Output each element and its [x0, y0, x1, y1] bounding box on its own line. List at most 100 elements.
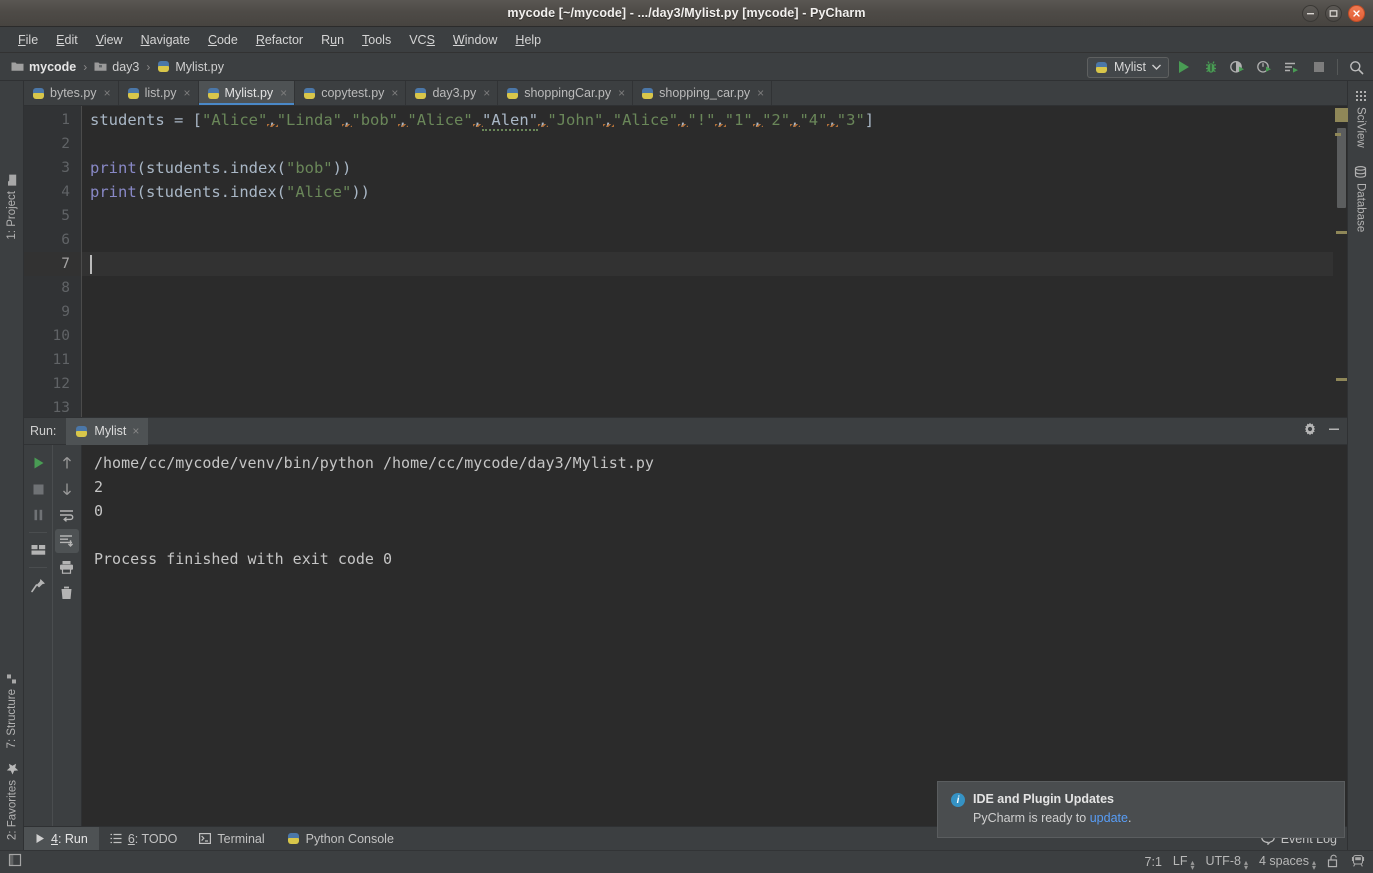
run-with-parameters-button[interactable]: [1279, 55, 1304, 79]
file-encoding[interactable]: UTF-8 ▴ ▾: [1206, 854, 1248, 872]
code-editor[interactable]: 1 2 3 4 5 6 7 8 9 10 11 12 13 students =: [24, 106, 1348, 417]
breadcrumb-item-day3[interactable]: day3: [91, 60, 142, 74]
notification-body-suffix: .: [1127, 811, 1132, 825]
menu-vcs[interactable]: VCS: [400, 30, 444, 50]
editor-tab-day3[interactable]: day3.py ×: [406, 81, 499, 105]
console-line-1: /home/cc/mycode/venv/bin/python /home/cc…: [94, 454, 654, 472]
comma-warning: ,: [342, 111, 352, 129]
code-line-4-args: (students.index(: [136, 183, 286, 201]
line-separator[interactable]: LF ▴ ▾: [1173, 854, 1195, 872]
editor-tab-shopping-car[interactable]: shopping_car.py ×: [633, 81, 773, 105]
notification-body: PyCharm is ready to update.: [951, 811, 1330, 825]
menu-tools[interactable]: Tools: [353, 30, 400, 50]
run-tool-window: Run: Mylist × /home/cc/mycode/venv/bin/p…: [24, 417, 1347, 826]
rerun-button[interactable]: [26, 451, 50, 475]
bottom-tab-run[interactable]: 4: Run: [24, 826, 99, 851]
toolbar-divider: [1337, 59, 1338, 75]
chevron-updown-icon: ▴ ▾: [1243, 858, 1248, 872]
inspection-marker[interactable]: [1335, 133, 1341, 136]
editor-tab-shoppingcar[interactable]: shoppingCar.py ×: [498, 81, 634, 105]
lock-icon[interactable]: [1327, 854, 1340, 871]
train-icon[interactable]: [1351, 854, 1365, 871]
code-area[interactable]: students = ["Alice","Linda","bob","Alice…: [82, 106, 1333, 417]
menu-navigate[interactable]: Navigate: [132, 30, 199, 50]
editor-tab-mylist[interactable]: Mylist.py ×: [198, 81, 296, 105]
inspection-marker-warning[interactable]: [1335, 108, 1348, 122]
bottom-tab-terminal[interactable]: Terminal: [188, 827, 275, 851]
minimize-button[interactable]: [1302, 5, 1319, 22]
inspection-marker[interactable]: [1336, 378, 1347, 381]
editor-gutter[interactable]: 1 2 3 4 5 6 7 8 9 10 11 12 13: [24, 106, 82, 417]
update-link[interactable]: update: [1090, 811, 1128, 825]
close-icon[interactable]: ×: [391, 86, 398, 100]
close-icon[interactable]: ×: [132, 424, 139, 438]
menu-view[interactable]: View: [87, 30, 132, 50]
coverage-button[interactable]: [1225, 55, 1250, 79]
close-icon[interactable]: ×: [757, 86, 764, 100]
main-body: 1: Project 7: Structure 2: Favorites byt…: [0, 81, 1373, 851]
settings-button[interactable]: [1303, 422, 1317, 441]
soft-wrap-button[interactable]: [55, 503, 79, 527]
hide-button[interactable]: [1327, 422, 1341, 441]
search-everywhere-button[interactable]: [1344, 55, 1369, 79]
breadcrumb-item-file[interactable]: Mylist.py: [154, 60, 227, 74]
breadcrumb-item-project[interactable]: mycode: [8, 60, 79, 74]
editor-scrollbar[interactable]: [1333, 106, 1348, 417]
profile-button[interactable]: [1252, 55, 1277, 79]
sidebar-item-project[interactable]: 1: Project: [6, 169, 18, 246]
chevron-down-icon: [1152, 64, 1161, 70]
inspection-marker[interactable]: [1336, 231, 1347, 234]
scroll-down-button[interactable]: [55, 477, 79, 501]
stop-run-button[interactable]: [26, 477, 50, 501]
close-icon[interactable]: ×: [483, 86, 490, 100]
sidebar-item-sciview[interactable]: SciView: [1355, 84, 1367, 154]
sidebar-item-database[interactable]: Database: [1354, 160, 1367, 238]
editor-tab-bytes[interactable]: bytes.py ×: [24, 81, 119, 105]
notification-balloon[interactable]: i IDE and Plugin Updates PyCharm is read…: [937, 781, 1345, 838]
indent-setting[interactable]: 4 spaces ▴ ▾: [1259, 854, 1316, 872]
clear-all-button[interactable]: [55, 581, 79, 605]
bottom-tab-python-console[interactable]: Python Console: [276, 827, 405, 851]
run-panel-tab[interactable]: Mylist ×: [66, 417, 149, 445]
pause-button[interactable]: [26, 503, 50, 527]
caret-position[interactable]: 7:1: [1145, 855, 1162, 869]
menu-edit[interactable]: Edit: [47, 30, 87, 50]
close-icon[interactable]: ×: [104, 86, 111, 100]
editor-tab-copytest[interactable]: copytest.py ×: [295, 81, 407, 105]
pin-button[interactable]: [26, 573, 50, 597]
toggle-tool-window-icon[interactable]: [8, 853, 22, 872]
debug-button[interactable]: [1198, 55, 1223, 79]
menu-file[interactable]: File: [9, 30, 47, 50]
sidebar-item-structure[interactable]: 7: Structure: [6, 667, 18, 754]
run-button[interactable]: [1171, 55, 1196, 79]
print-button[interactable]: [55, 555, 79, 579]
window-controls: [1302, 0, 1365, 27]
editor-tab-list[interactable]: list.py ×: [119, 81, 199, 105]
close-icon[interactable]: ×: [280, 86, 287, 100]
scroll-up-button[interactable]: [55, 451, 79, 475]
tab-bar-filler: [772, 81, 1347, 105]
layout-button[interactable]: [26, 538, 50, 562]
menu-run[interactable]: Run: [312, 30, 353, 50]
wrap-icon: [60, 509, 74, 522]
bottom-tab-todo[interactable]: 6: TODO: [99, 827, 189, 851]
stop-button[interactable]: [1306, 55, 1331, 79]
sidebar-item-favorites[interactable]: 2: Favorites: [6, 757, 19, 846]
close-icon[interactable]: ×: [184, 86, 191, 100]
scrollbar-thumb[interactable]: [1337, 128, 1346, 208]
menu-code[interactable]: Code: [199, 30, 247, 50]
stop-icon: [33, 484, 43, 494]
close-button[interactable]: [1348, 5, 1365, 22]
run-console-output[interactable]: /home/cc/mycode/venv/bin/python /home/cc…: [81, 445, 1347, 826]
bug-icon: [1205, 61, 1216, 73]
menu-window[interactable]: Window: [444, 30, 506, 50]
maximize-button[interactable]: [1325, 5, 1342, 22]
code-line-3: print(students.index("bob")): [90, 159, 352, 177]
scroll-to-end-button[interactable]: [54, 529, 79, 553]
run-configuration-selector[interactable]: Mylist: [1087, 56, 1169, 78]
menu-refactor[interactable]: Refactor: [247, 30, 312, 50]
menu-help[interactable]: Help: [506, 30, 550, 50]
close-icon[interactable]: ×: [618, 86, 625, 100]
run-configuration-name: Mylist: [1114, 60, 1146, 74]
